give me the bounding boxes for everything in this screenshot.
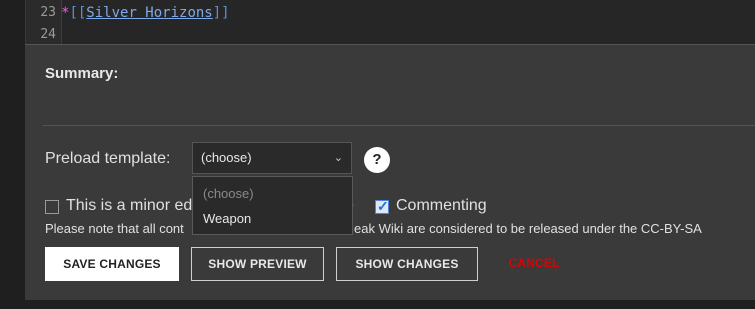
cancel-button[interactable]: CANCEL xyxy=(499,247,569,281)
commenting-label[interactable]: Commenting xyxy=(396,197,487,215)
chevron-down-icon: ⌄ xyxy=(333,152,343,164)
link-open-brackets: [[ xyxy=(69,5,87,21)
dropdown-option-weapon[interactable]: Weapon xyxy=(203,211,251,226)
line-number: 23 xyxy=(40,5,56,20)
minor-edit-checkbox[interactable] xyxy=(45,200,59,214)
wiki-link[interactable]: Silver Horizons xyxy=(86,5,212,21)
show-changes-button[interactable]: SHOW CHANGES xyxy=(336,247,478,281)
link-close-brackets: ]] xyxy=(212,5,230,21)
show-preview-button[interactable]: SHOW PREVIEW xyxy=(191,247,324,281)
license-note: Please note that all cont xyxy=(45,221,184,236)
help-icon[interactable]: ? xyxy=(364,147,390,173)
line-number: 24 xyxy=(40,27,56,42)
preload-template-select[interactable]: (choose) ⌄ xyxy=(192,142,352,174)
checkmark-icon: ✓ xyxy=(377,198,389,214)
divider xyxy=(43,125,755,126)
line-number-gutter: 23 24 xyxy=(26,0,62,44)
code-line[interactable]: *[[Silver Horizons]] xyxy=(61,5,230,21)
select-value: (choose) xyxy=(201,150,252,165)
preload-template-label: Preload template: xyxy=(45,150,171,167)
edit-options-panel: Summary: Preload template: (choose) ⌄ ? … xyxy=(25,44,755,300)
preload-template-dropdown[interactable]: (choose) Weapon xyxy=(192,176,353,235)
minor-edit-label[interactable]: This is a minor ed xyxy=(66,197,193,215)
dropdown-option-choose[interactable]: (choose) xyxy=(203,186,254,201)
source-editor[interactable]: 23 24 *[[Silver Horizons]] xyxy=(25,0,755,44)
license-note-tail: eak Wiki are considered to be released u… xyxy=(354,221,702,236)
commenting-checkbox[interactable]: ✓ xyxy=(375,198,389,214)
summary-label: Summary: xyxy=(45,65,119,82)
save-changes-button[interactable]: SAVE CHANGES xyxy=(45,247,179,281)
